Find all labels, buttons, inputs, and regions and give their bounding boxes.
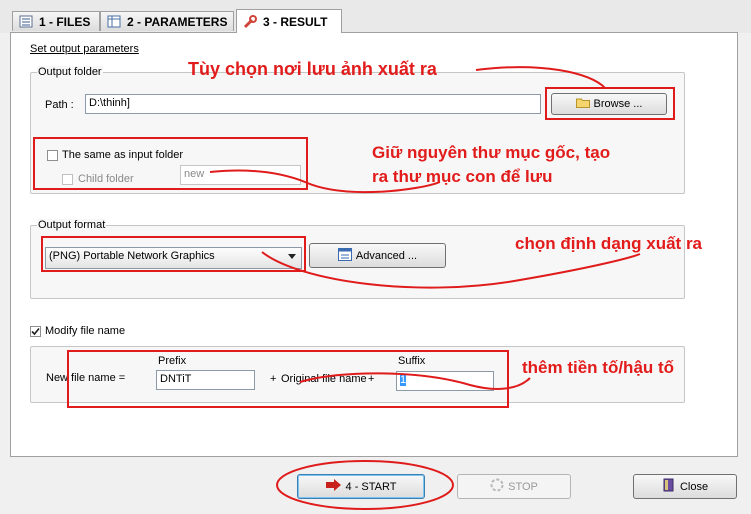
tab-result-label: 3 - RESULT bbox=[263, 14, 328, 29]
tab-result[interactable]: 3 - RESULT bbox=[236, 9, 342, 33]
annotation-strokes bbox=[209, 66, 641, 510]
tools-icon bbox=[243, 15, 257, 29]
